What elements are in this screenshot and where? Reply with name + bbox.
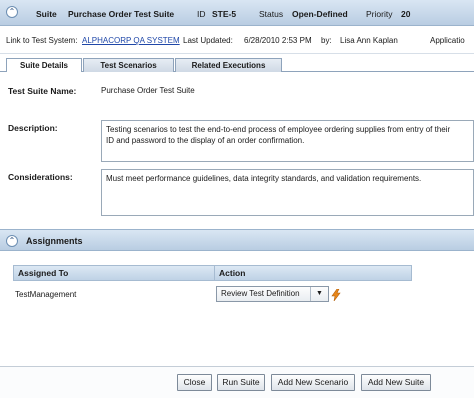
tab-related-executions[interactable]: Related Executions: [175, 58, 282, 72]
test-system-link[interactable]: ALPHACORP QA SYSTEM: [82, 36, 180, 45]
considerations-text: Must meet performance guidelines, data i…: [106, 174, 422, 183]
add-new-scenario-button[interactable]: Add New Scenario: [271, 374, 355, 391]
lightning-icon[interactable]: [331, 289, 341, 301]
considerations-label: Considerations:: [8, 172, 73, 182]
priority-value: 20: [401, 9, 411, 19]
suite-name-value: Purchase Order Test Suite: [101, 86, 195, 95]
description-label: Description:: [8, 123, 58, 133]
description-line-1: Testing scenarios to test the end-to-end…: [106, 125, 451, 134]
considerations-field[interactable]: Must meet performance guidelines, data i…: [101, 169, 474, 216]
run-suite-button[interactable]: Run Suite: [217, 374, 265, 391]
suite-details-panel: Test Suite Name: Purchase Order Test Sui…: [0, 72, 474, 225]
record-type-label: Suite: [36, 9, 57, 19]
column-assigned-to: Assigned To: [13, 265, 215, 281]
description-field[interactable]: Testing scenarios to test the end-to-end…: [101, 120, 474, 162]
suite-header: ⌃ Suite Purchase Order Test Suite ID STE…: [0, 0, 474, 26]
column-action: Action: [214, 265, 412, 281]
status-label: Status: [259, 9, 284, 19]
application-label: Applicatio: [430, 36, 465, 45]
collapse-icon: ⌃: [6, 6, 18, 18]
action-select-value: Review Test Definition: [221, 289, 300, 298]
by-label: by:: [321, 36, 332, 45]
collapse-assignments-button[interactable]: ⌃: [6, 235, 18, 247]
id-value: STE-5: [212, 9, 237, 19]
assigned-to-cell: TestManagement: [15, 290, 77, 299]
id-label: ID: [197, 9, 206, 19]
description-line-2: ID and password to the display of an ord…: [106, 136, 305, 145]
action-select[interactable]: Review Test Definition ▼: [216, 286, 329, 302]
priority-label: Priority: [366, 9, 393, 19]
updated-by-value: Lisa Ann Kaplan: [340, 36, 398, 45]
suite-title: Purchase Order Test Suite: [68, 9, 175, 19]
tab-test-scenarios[interactable]: Test Scenarios: [83, 58, 174, 72]
dropdown-arrow-icon: ▼: [310, 287, 328, 301]
collapse-icon: ⌃: [6, 235, 18, 247]
info-bar: Link to Test System: ALPHACORP QA SYSTEM…: [0, 27, 474, 54]
add-new-suite-button[interactable]: Add New Suite: [361, 374, 431, 391]
last-updated-label: Last Updated:: [183, 36, 233, 45]
assignments-section-header: ⌃ Assignments: [0, 229, 474, 251]
tab-bar: Suite Details Test Scenarios Related Exe…: [0, 57, 474, 73]
tab-suite-details[interactable]: Suite Details: [6, 58, 82, 73]
last-updated-value: 6/28/2010 2:53 PM: [244, 36, 312, 45]
status-value: Open-Defined: [292, 9, 348, 19]
suite-name-label: Test Suite Name:: [8, 86, 77, 96]
close-button[interactable]: Close: [177, 374, 212, 391]
collapse-header-button[interactable]: ⌃: [6, 6, 18, 18]
test-system-label: Link to Test System:: [6, 36, 78, 45]
assignments-title: Assignments: [26, 236, 83, 246]
